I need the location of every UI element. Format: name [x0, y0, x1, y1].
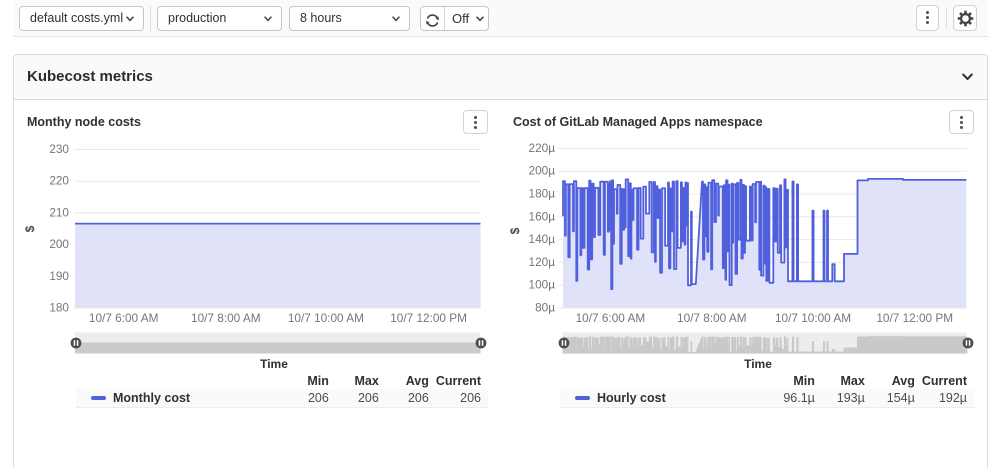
svg-text:$: $: [23, 225, 37, 232]
svg-text:210: 210: [49, 205, 69, 219]
svg-text:200: 200: [49, 237, 69, 251]
svg-text:160µ: 160µ: [529, 209, 556, 223]
svg-text:10/7 10:00 AM: 10/7 10:00 AM: [775, 311, 851, 325]
svg-text:140µ: 140µ: [529, 232, 556, 246]
svg-text:10/7 12:00 PM: 10/7 12:00 PM: [390, 311, 467, 325]
svg-text:10/7 12:00 PM: 10/7 12:00 PM: [876, 311, 953, 325]
svg-text:180µ: 180µ: [529, 187, 556, 201]
svg-text:Time: Time: [744, 357, 772, 371]
svg-text:$: $: [508, 227, 522, 234]
svg-text:230: 230: [49, 142, 69, 156]
svg-text:Time: Time: [260, 357, 288, 371]
svg-text:180: 180: [49, 301, 69, 315]
svg-text:10/7 8:00 AM: 10/7 8:00 AM: [677, 311, 747, 325]
svg-text:220µ: 220µ: [529, 141, 556, 155]
svg-text:190: 190: [49, 269, 69, 283]
svg-text:10/7 10:00 AM: 10/7 10:00 AM: [288, 311, 364, 325]
svg-text:10/7 6:00 AM: 10/7 6:00 AM: [576, 311, 646, 325]
svg-text:200µ: 200µ: [529, 164, 556, 178]
svg-text:80µ: 80µ: [535, 301, 555, 315]
svg-text:120µ: 120µ: [529, 255, 556, 269]
svg-text:220: 220: [49, 174, 69, 188]
svg-text:10/7 8:00 AM: 10/7 8:00 AM: [191, 311, 261, 325]
svg-text:10/7 6:00 AM: 10/7 6:00 AM: [89, 311, 159, 325]
svg-text:100µ: 100µ: [529, 278, 556, 292]
